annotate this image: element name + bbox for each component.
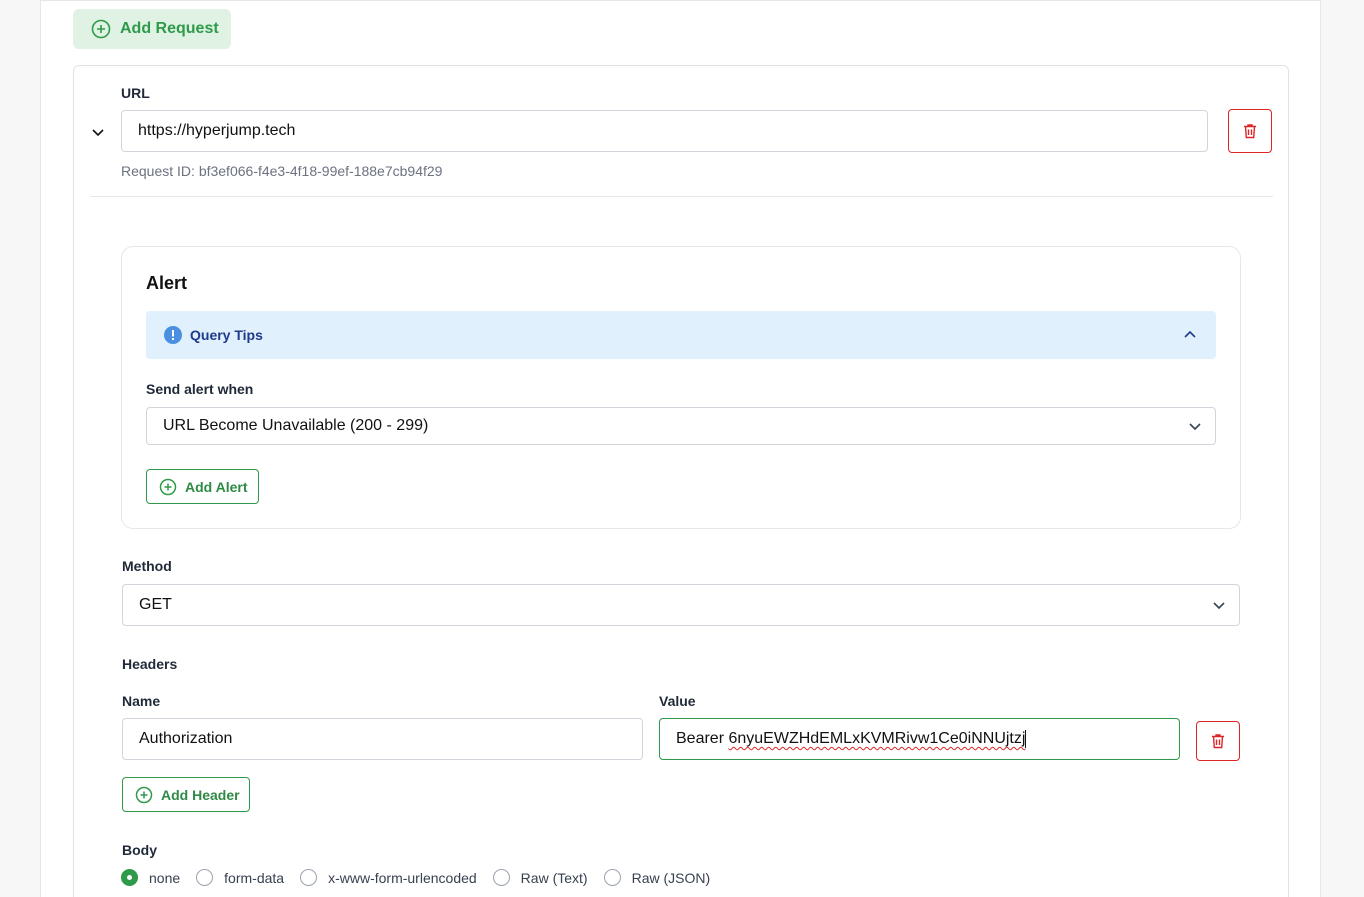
header-name-value: Authorization <box>139 730 233 747</box>
trash-icon <box>1212 734 1224 749</box>
alert-title: Alert <box>146 273 188 293</box>
trash-icon <box>1244 124 1256 139</box>
url-input-value: https://hyperjump.tech <box>138 122 296 139</box>
plus-circle-icon <box>159 478 177 495</box>
header-name-label: Name <box>122 693 161 709</box>
send-alert-select[interactable]: URL Become Unavailable (200 - 299) <box>146 407 1216 445</box>
radio-button[interactable] <box>603 869 621 886</box>
radio-button[interactable] <box>121 869 138 886</box>
chevron-down-icon <box>1213 602 1225 610</box>
add-header-button[interactable]: Add Header <box>122 777 250 812</box>
send-alert-value: URL Become Unavailable (200 - 299) <box>163 417 429 434</box>
plus-circle-icon <box>91 19 111 39</box>
request-card: URL https://hyperjump.tech Request ID: b… <box>73 65 1289 897</box>
plus-circle-icon <box>135 786 153 803</box>
radio-label: none <box>149 869 181 886</box>
method-value: GET <box>139 596 172 613</box>
method-select[interactable]: GET <box>122 584 1240 626</box>
radio-label: Raw (Text) <box>520 869 588 886</box>
divider <box>90 196 1273 197</box>
add-request-button[interactable]: Add Request <box>73 9 231 49</box>
radio-raw-text[interactable]: Raw (Text) <box>492 869 588 886</box>
radio-label: Raw (JSON) <box>631 869 711 886</box>
header-value-input[interactable]: Bearer 6nyuEWZHdEMLxKVMRivw1Ce0iNNUjtzj <box>659 718 1180 760</box>
info-icon <box>164 326 182 344</box>
radio-raw-json[interactable]: Raw (JSON) <box>603 869 711 886</box>
chevron-up-icon <box>1184 330 1196 338</box>
alert-section: Alert Query Tips Send alert when URL Bec… <box>121 246 1241 529</box>
url-input[interactable]: https://hyperjump.tech <box>121 110 1208 152</box>
headers-label: Headers <box>122 656 178 672</box>
header-value-prefix: Bearer <box>676 730 729 747</box>
url-label: URL <box>121 85 150 101</box>
add-alert-button[interactable]: Add Alert <box>146 469 259 504</box>
chevron-down-icon <box>1189 423 1201 431</box>
add-header-label: Add Header <box>161 786 240 803</box>
query-tips-accordion[interactable]: Query Tips <box>146 311 1216 359</box>
add-request-label: Add Request <box>120 20 219 37</box>
chevron-down-icon[interactable] <box>90 124 106 140</box>
request-id-text: Request ID: bf3ef066-f4e3-4f18-99ef-188e… <box>121 163 443 179</box>
radio-x-www-form-urlencoded[interactable]: x-www-form-urlencoded <box>300 869 477 886</box>
method-label: Method <box>122 558 172 574</box>
delete-header-button[interactable] <box>1196 721 1240 761</box>
header-name-input[interactable]: Authorization <box>122 718 643 760</box>
header-value-label: Value <box>659 693 696 709</box>
send-alert-label: Send alert when <box>146 381 254 397</box>
radio-button[interactable] <box>492 869 510 886</box>
radio-button[interactable] <box>196 869 214 886</box>
query-tips-label: Query Tips <box>190 327 263 343</box>
radio-button[interactable] <box>300 869 318 886</box>
radio-label: x-www-form-urlencoded <box>328 869 477 886</box>
radio-form-data[interactable]: form-data <box>196 869 284 886</box>
radio-label: form-data <box>224 869 285 886</box>
body-label: Body <box>122 842 157 858</box>
add-alert-label: Add Alert <box>185 478 248 495</box>
page-container: Add Request URL https://hyperjump.tech R… <box>40 0 1321 897</box>
text-caret <box>1025 730 1027 748</box>
header-value-token: 6nyuEWZHdEMLxKVMRivw1Ce0iNNUjtzj <box>728 730 1026 747</box>
radio-none[interactable]: none <box>121 869 180 886</box>
delete-request-button[interactable] <box>1228 109 1272 153</box>
body-type-radio-group: none form-data x-www-form-urlencoded Raw… <box>121 869 726 886</box>
